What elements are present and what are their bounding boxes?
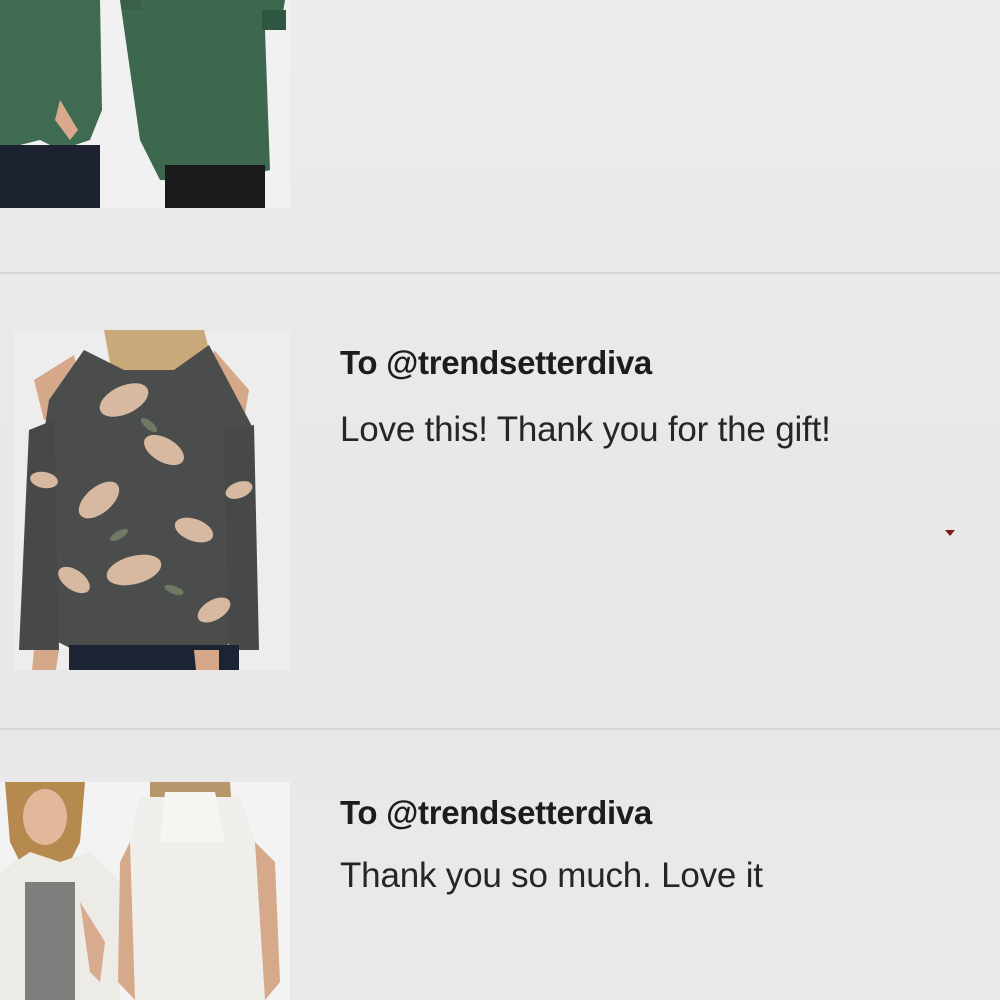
floral-top-icon [14,330,290,670]
message-text: Love this! Thank you for the gift! [340,410,831,449]
product-photo-green-sweater[interactable] [0,0,290,208]
row-divider [0,728,1000,730]
message-text: Thank you so much. Love it [340,856,763,895]
row-divider [0,272,1000,274]
cursor-marker-icon [945,530,955,536]
message-recipient[interactable]: To @trendsetterdiva [340,794,652,832]
green-sweater-icon [0,0,290,208]
product-photo-floral-top[interactable] [14,330,290,670]
message-recipient[interactable]: To @trendsetterdiva [340,344,652,382]
product-photo-white-vest[interactable] [0,782,290,1000]
gift-message-feed: To @trendsetterdiva Love this! Thank you… [0,0,1000,1000]
white-vest-icon [0,782,290,1000]
